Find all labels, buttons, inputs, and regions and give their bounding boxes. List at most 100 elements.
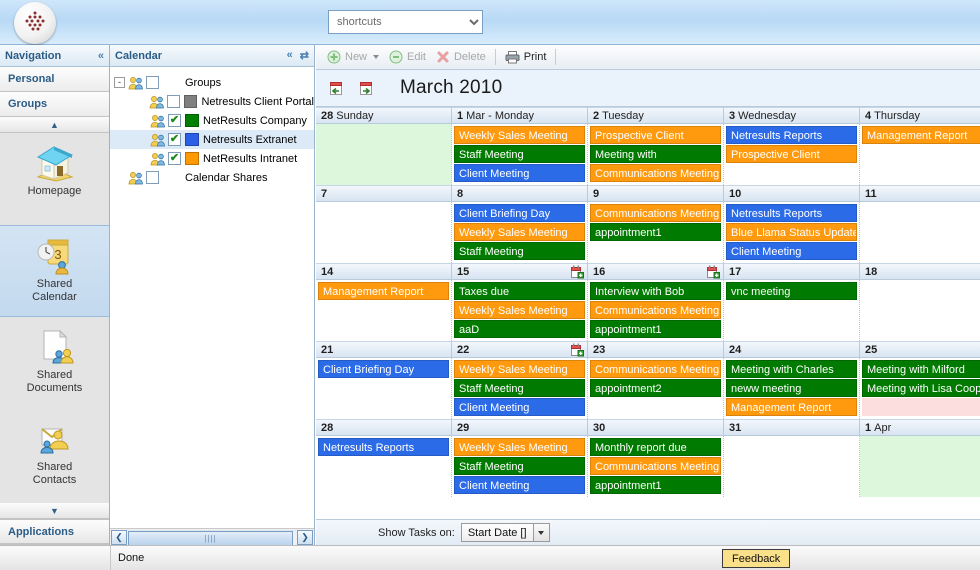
collapse-icon[interactable]: « bbox=[287, 49, 293, 62]
calendar-event[interactable]: Client Meeting bbox=[454, 398, 585, 416]
tree-node[interactable]: ✔ NetResults Intranet bbox=[110, 149, 314, 168]
tree-expander-icon[interactable]: - bbox=[114, 77, 125, 88]
day-cell[interactable]: Taxes due Weekly Sales Meeting aaD bbox=[452, 280, 588, 341]
calendar-event[interactable]: Weekly Sales Meeting bbox=[454, 438, 585, 456]
calendar-event[interactable]: Communications Meeting bbox=[590, 457, 721, 475]
calendar-event[interactable]: Client Briefing Day bbox=[318, 360, 449, 378]
edit-button[interactable]: Edit bbox=[384, 47, 431, 68]
calendar-event[interactable]: Management Report bbox=[726, 398, 857, 416]
new-button[interactable]: New bbox=[322, 47, 384, 68]
delete-button[interactable]: Delete bbox=[431, 47, 491, 68]
add-appointment-icon[interactable] bbox=[571, 343, 584, 357]
tree-node-checkbox[interactable] bbox=[146, 76, 159, 89]
nav-group-applications[interactable]: Applications bbox=[0, 519, 109, 544]
day-header[interactable]: 25 bbox=[860, 341, 980, 358]
next-month-icon[interactable] bbox=[358, 80, 374, 96]
day-cell[interactable]: Client Briefing Day Weekly Sales Meeting S… bbox=[452, 202, 588, 263]
day-cell[interactable] bbox=[860, 436, 980, 497]
scroll-right-icon[interactable]: ❯ bbox=[297, 529, 313, 545]
tree-node[interactable]: Calendar Shares bbox=[110, 168, 314, 187]
day-header[interactable]: 2 Tuesday bbox=[588, 107, 724, 124]
calendar-event[interactable]: Communications Meeting bbox=[590, 164, 721, 182]
day-cell[interactable]: Communications Meeting appointment1 bbox=[588, 202, 724, 263]
calendar-event[interactable]: Netresults Reports bbox=[318, 438, 449, 456]
sidebar-item-shared-calendar[interactable]: 3 Shared Calendar bbox=[0, 225, 109, 317]
collapse-icon[interactable]: « bbox=[98, 50, 104, 62]
calendar-event[interactable]: vnc meeting bbox=[726, 282, 857, 300]
day-header[interactable]: 29 bbox=[452, 419, 588, 436]
calendar-event[interactable]: Weekly Sales Meeting bbox=[454, 223, 585, 241]
calendar-event[interactable]: Client Briefing Day bbox=[454, 204, 585, 222]
day-cell[interactable] bbox=[860, 280, 980, 341]
day-cell[interactable]: Client Briefing Day bbox=[316, 358, 452, 419]
calendar-event[interactable]: appointment2 bbox=[590, 379, 721, 397]
calendar-event[interactable]: Taxes due bbox=[454, 282, 585, 300]
calendar-event[interactable]: appointment1 bbox=[590, 320, 721, 338]
day-cell[interactable]: Interview with Bob Communications Meeting… bbox=[588, 280, 724, 341]
calendar-event[interactable]: Netresults Reports bbox=[726, 204, 857, 222]
day-cell[interactable]: Management Report bbox=[860, 124, 980, 185]
calendar-event[interactable]: Communications Meeting bbox=[590, 204, 721, 222]
calendar-event[interactable]: Meeting with Lisa Cooper bbox=[862, 379, 980, 397]
nav-scroll-down-icon[interactable]: ▼ bbox=[0, 503, 109, 519]
chevron-down-icon[interactable] bbox=[373, 55, 380, 59]
calendar-event[interactable]: Management Report bbox=[862, 126, 980, 144]
app-logo[interactable] bbox=[14, 2, 56, 44]
day-cell[interactable]: vnc meeting bbox=[724, 280, 860, 341]
scroll-track[interactable]: |||| bbox=[128, 529, 296, 546]
scroll-left-icon[interactable]: ❮ bbox=[111, 529, 127, 545]
day-cell[interactable]: Meeting with Charles neww meeting Manageme… bbox=[724, 358, 860, 419]
day-header[interactable]: 31 bbox=[724, 419, 860, 436]
day-cell[interactable]: Weekly Sales Meeting Staff Meeting Client … bbox=[452, 436, 588, 497]
feedback-button[interactable]: Feedback bbox=[722, 549, 791, 568]
day-header[interactable]: 28 bbox=[316, 419, 452, 436]
tree-horizontal-scrollbar[interactable]: ❮ |||| ❯ bbox=[110, 528, 314, 546]
refresh-icon[interactable]: ⇄ bbox=[300, 49, 309, 62]
calendar-event[interactable]: Weekly Sales Meeting bbox=[454, 301, 585, 319]
day-header[interactable]: 3 Wednesday bbox=[724, 107, 860, 124]
shortcuts-select[interactable]: shortcuts bbox=[328, 10, 483, 34]
day-cell[interactable]: Netresults Reports Prospective Client bbox=[724, 124, 860, 185]
calendar-event[interactable]: Prospective Client bbox=[726, 145, 857, 163]
day-cell[interactable]: Netresults Reports Blue Llama Status Upda… bbox=[724, 202, 860, 263]
calendar-event[interactable]: Monthly report due bbox=[590, 438, 721, 456]
tree-node[interactable]: - Groups bbox=[110, 73, 314, 92]
day-header[interactable]: 7 bbox=[316, 185, 452, 202]
day-cell[interactable]: Weekly Sales Meeting Staff Meeting Client … bbox=[452, 124, 588, 185]
tree-node[interactable]: ✔ Netresults Extranet bbox=[110, 130, 314, 149]
calendar-event[interactable]: Meeting with bbox=[590, 145, 721, 163]
day-header[interactable]: 22 bbox=[452, 341, 588, 358]
day-header[interactable]: 1 Apr bbox=[860, 419, 980, 436]
calendar-event[interactable]: Client Meeting bbox=[726, 242, 857, 260]
calendar-event[interactable]: appointment1 bbox=[590, 476, 721, 494]
print-button[interactable]: Print bbox=[500, 47, 552, 68]
calendar-event[interactable]: Staff Meeting bbox=[454, 145, 585, 163]
day-header[interactable]: 16 bbox=[588, 263, 724, 280]
calendar-event[interactable]: Meeting with Charles bbox=[726, 360, 857, 378]
calendar-event[interactable]: Weekly Sales Meeting bbox=[454, 360, 585, 378]
calendar-event[interactable]: neww meeting bbox=[726, 379, 857, 397]
day-cell[interactable]: Communications Meeting appointment2 bbox=[588, 358, 724, 419]
calendar-event[interactable]: Client Meeting bbox=[454, 164, 585, 182]
day-cell[interactable] bbox=[860, 202, 980, 263]
nav-scroll-up-icon[interactable]: ▲ bbox=[0, 117, 109, 133]
tree-node-checkbox[interactable]: ✔ bbox=[168, 133, 181, 146]
calendar-event[interactable]: Interview with Bob bbox=[590, 282, 721, 300]
tree-node-checkbox[interactable] bbox=[167, 95, 180, 108]
calendar-event[interactable]: Blue Llama Status Update bbox=[726, 223, 857, 241]
day-header[interactable]: 21 bbox=[316, 341, 452, 358]
day-header[interactable]: 9 bbox=[588, 185, 724, 202]
calendar-event[interactable]: Communications Meeting bbox=[590, 360, 721, 378]
nav-group-groups[interactable]: Groups bbox=[0, 92, 109, 117]
chevron-down-icon[interactable] bbox=[532, 524, 549, 541]
day-cell[interactable]: Management Report bbox=[316, 280, 452, 341]
prev-month-icon[interactable] bbox=[328, 80, 344, 96]
day-cell[interactable]: Meeting with Milford Meeting with Lisa Co… bbox=[860, 358, 980, 419]
calendar-event[interactable]: Meeting with Milford bbox=[862, 360, 980, 378]
day-cell[interactable]: Netresults Reports bbox=[316, 436, 452, 497]
tree-node-checkbox[interactable]: ✔ bbox=[168, 152, 181, 165]
calendar-event[interactable]: Staff Meeting bbox=[454, 242, 585, 260]
day-cell[interactable] bbox=[316, 202, 452, 263]
day-cell[interactable]: Weekly Sales Meeting Staff Meeting Client … bbox=[452, 358, 588, 419]
tree-node[interactable]: Netresults Client Portal bbox=[110, 92, 314, 111]
